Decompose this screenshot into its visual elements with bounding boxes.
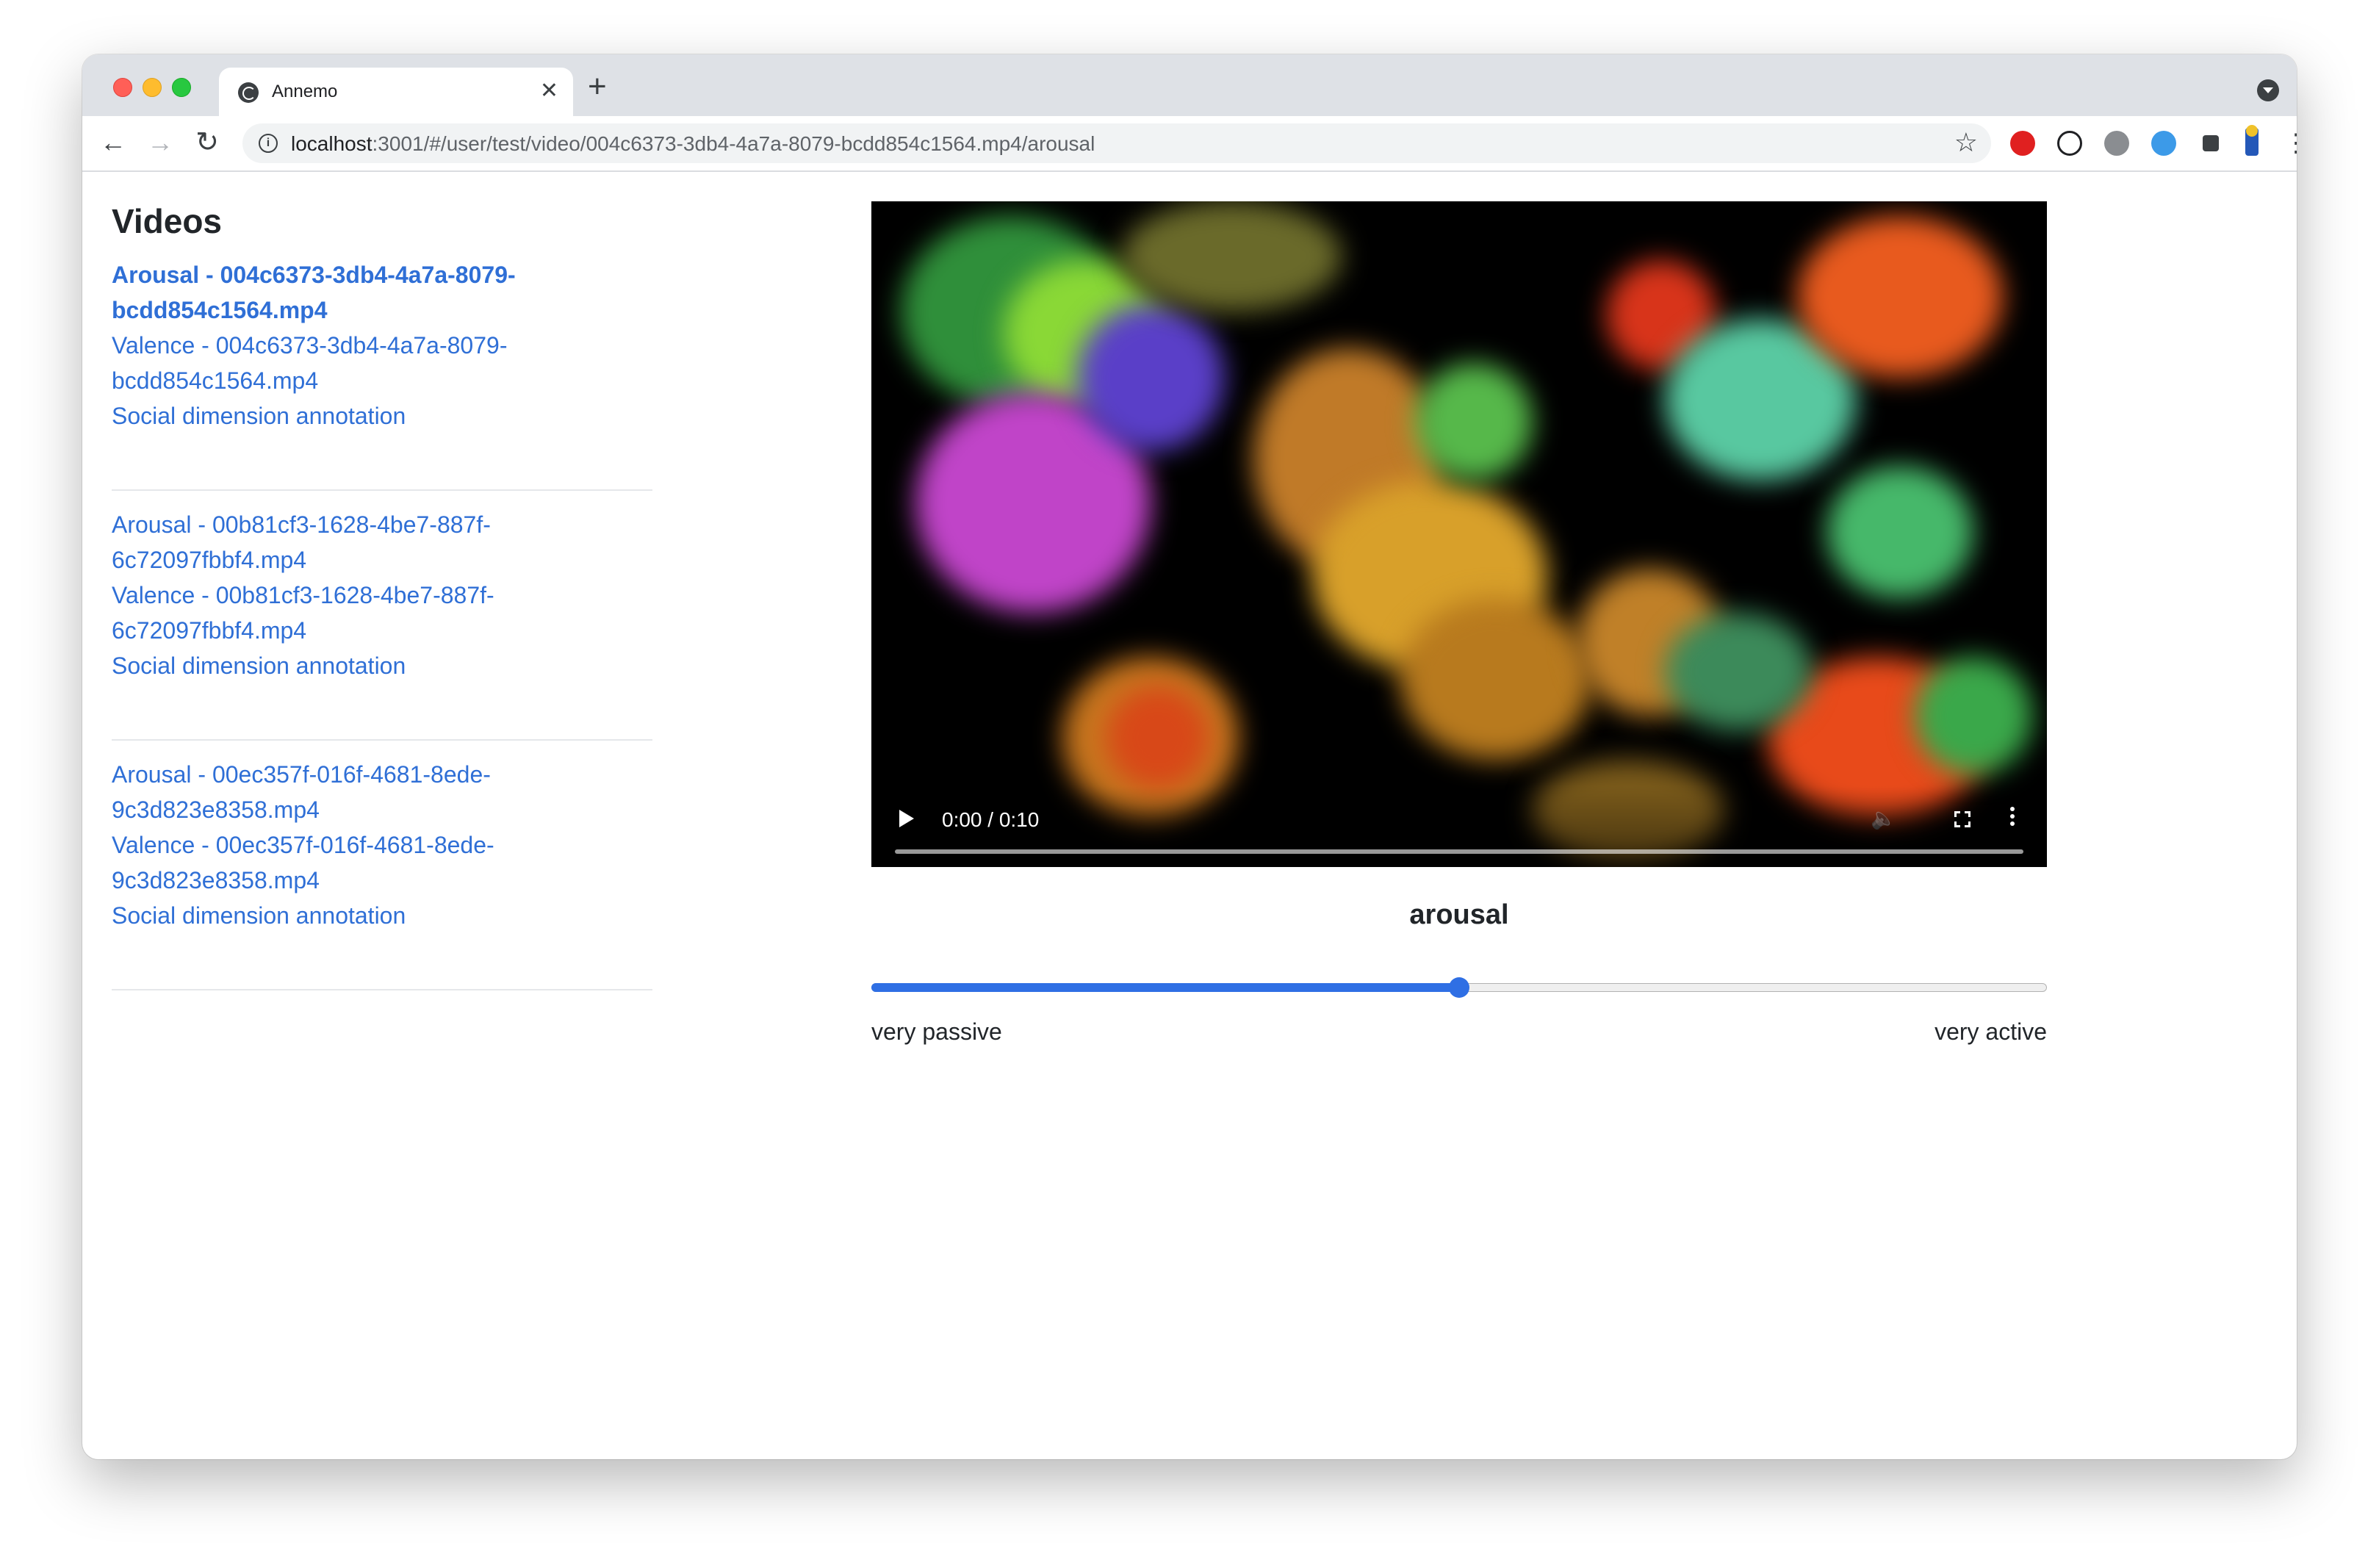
url-text[interactable]: localhost:3001/#/user/test/video/004c637… <box>291 132 1095 156</box>
new-tab-button[interactable]: + <box>588 71 607 103</box>
arousal-link[interactable]: Arousal - 004c6373-3db4-4a7a-8079-bcdd85… <box>112 257 567 328</box>
video-frame-blob <box>1826 466 1973 598</box>
extensions-puzzle-icon[interactable] <box>2198 131 2223 156</box>
slider-max-label: very active <box>1934 1018 2047 1045</box>
close-window-button[interactable] <box>113 78 132 97</box>
fullscreen-icon[interactable] <box>1954 811 1970 827</box>
arousal-slider[interactable] <box>871 973 2047 1002</box>
slider-min-label: very passive <box>871 1018 1002 1045</box>
tab-annemo[interactable]: Annemo ✕ <box>219 68 573 116</box>
reload-icon[interactable]: ↻ <box>191 126 223 159</box>
video-progress-bar[interactable] <box>895 849 2023 854</box>
forward-arrow-icon[interactable]: → <box>144 126 176 159</box>
settings-extension-icon[interactable] <box>2104 131 2129 156</box>
play-icon[interactable] <box>899 810 914 827</box>
tab-strip: Annemo ✕ + <box>82 54 2297 116</box>
video-frame-blob <box>1106 686 1209 789</box>
group-divider <box>112 489 652 491</box>
social-annotation-link[interactable]: Social dimension annotation <box>112 398 567 434</box>
more-options-icon[interactable] <box>2010 807 2015 829</box>
adblock-icon[interactable] <box>2010 131 2035 156</box>
video-frame-blob <box>1797 216 2003 378</box>
group-divider <box>112 739 652 741</box>
chevron-down-icon[interactable] <box>2257 79 2279 101</box>
video-player[interactable]: 0:00 / 0:10 🔈 <box>871 201 2047 867</box>
slider-thumb[interactable] <box>1449 977 1469 998</box>
reading-extension-icon[interactable] <box>2245 125 2259 156</box>
info-icon[interactable]: i <box>259 134 278 153</box>
video-frame-blob <box>1400 598 1591 760</box>
arousal-link[interactable]: Arousal - 00b81cf3-1628-4be7-887f-6c7209… <box>112 507 567 578</box>
valence-link[interactable]: Valence - 00b81cf3-1628-4be7-887f-6c7209… <box>112 578 567 648</box>
url-path: :3001/#/user/test/video/004c6373-3db4-4a… <box>372 132 1095 155</box>
minimize-window-button[interactable] <box>143 78 162 97</box>
social-annotation-link[interactable]: Social dimension annotation <box>112 648 567 683</box>
browser-toolbar: ← → ↻ i localhost:3001/#/user/test/video… <box>82 116 2297 172</box>
video-time: 0:00 / 0:10 <box>942 808 1040 831</box>
bookmark-star-icon[interactable]: ☆ <box>1954 128 1978 157</box>
dimension-title: arousal <box>1409 899 1509 930</box>
sidebar-title: Videos <box>112 202 222 240</box>
password-manager-icon[interactable] <box>2057 131 2082 156</box>
tab-close-icon[interactable]: ✕ <box>540 78 558 104</box>
video-frame-blob <box>1077 304 1224 451</box>
browser-window: Annemo ✕ + ← → ↻ i localhost:3001/#/user… <box>82 54 2297 1459</box>
arousal-link[interactable]: Arousal - 00ec357f-016f-4681-8ede-9c3d82… <box>112 757 567 827</box>
social-annotation-link[interactable]: Social dimension annotation <box>112 898 567 933</box>
video-group: Arousal - 00b81cf3-1628-4be7-887f-6c7209… <box>112 507 652 683</box>
globe-icon <box>238 82 259 103</box>
volume-icon[interactable]: 🔈 <box>1871 808 1896 829</box>
page-content: Videos Arousal - 004c6373-3db4-4a7a-8079… <box>82 172 2297 1459</box>
valence-link[interactable]: Valence - 004c6373-3db4-4a7a-8079-bcdd85… <box>112 328 567 398</box>
url-host: localhost <box>291 132 372 155</box>
video-frame-blob <box>1121 201 1342 312</box>
video-frame-blob <box>1665 613 1812 730</box>
valence-link[interactable]: Valence - 00ec357f-016f-4681-8ede-9c3d82… <box>112 827 567 898</box>
browser-menu-icon[interactable]: ⋮ <box>2283 129 2297 157</box>
video-frame-blob <box>1415 363 1533 481</box>
video-group: Arousal - 00ec357f-016f-4681-8ede-9c3d82… <box>112 757 652 933</box>
maximize-window-button[interactable] <box>172 78 191 97</box>
group-divider <box>112 989 652 990</box>
tab-title: Annemo <box>272 82 338 101</box>
address-bar[interactable]: i localhost:3001/#/user/test/video/004c6… <box>242 123 1991 163</box>
video-group: Arousal - 004c6373-3db4-4a7a-8079-bcdd85… <box>112 257 652 434</box>
tool-extension-icon[interactable] <box>2151 131 2176 156</box>
video-controls: 0:00 / 0:10 🔈 <box>871 786 2047 867</box>
slider-fill <box>871 983 1459 992</box>
back-arrow-icon[interactable]: ← <box>97 126 129 159</box>
video-frame-blob <box>1915 657 2032 774</box>
